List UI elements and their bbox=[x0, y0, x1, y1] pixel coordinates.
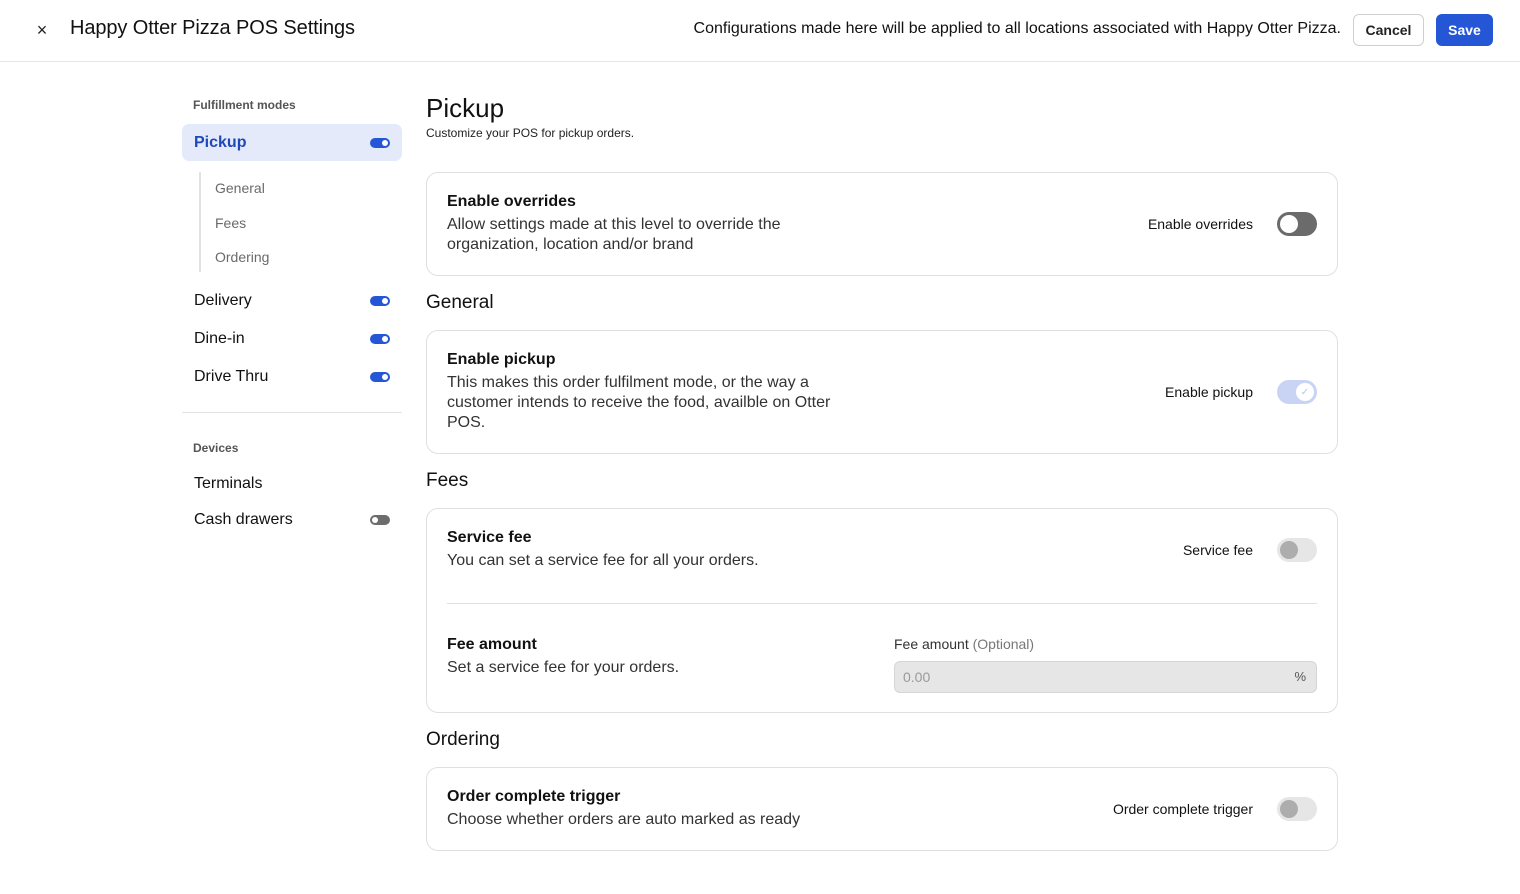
sidebar-item-dine-in[interactable]: Dine-in bbox=[182, 320, 402, 357]
fee-amount-label-text: Fee amount bbox=[894, 636, 969, 652]
ordering-section-title: Ordering bbox=[426, 729, 500, 750]
service-fee-description: You can set a service fee for all your o… bbox=[447, 552, 759, 569]
pickup-subnav: General Fees Ordering bbox=[199, 172, 399, 272]
sidebar-item-label: Pickup bbox=[194, 133, 247, 151]
overrides-title: Enable overrides bbox=[447, 193, 576, 210]
close-icon[interactable]: × bbox=[30, 18, 54, 42]
check-icon: ✓ bbox=[1296, 383, 1314, 401]
overrides-description: Allow settings made at this level to ove… bbox=[447, 216, 781, 253]
sidebar-divider bbox=[182, 412, 402, 413]
order-complete-toggle-label: Order complete trigger bbox=[1112, 801, 1253, 817]
order-complete-title: Order complete trigger bbox=[447, 788, 621, 805]
devices-heading: Devices bbox=[193, 441, 239, 455]
page-title: Pickup bbox=[426, 93, 505, 123]
cash-drawers-toggle[interactable] bbox=[370, 514, 390, 525]
service-fee-toggle-label: Service fee bbox=[1182, 542, 1253, 558]
apply-notice: Configurations made here will be applied… bbox=[693, 20, 1341, 37]
optional-label: (Optional) bbox=[972, 636, 1035, 652]
sidebar-item-label: Drive Thru bbox=[194, 367, 269, 385]
enable-pickup-card: Enable pickup This makes this order fulf… bbox=[426, 330, 1338, 454]
fee-amount-description: Set a service fee for your orders. bbox=[447, 659, 680, 676]
cancel-button[interactable]: Cancel bbox=[1353, 14, 1424, 46]
sidebar-item-pickup[interactable]: Pickup bbox=[182, 124, 402, 161]
percent-suffix: % bbox=[1294, 669, 1306, 684]
enable-pickup-title: Enable pickup bbox=[447, 351, 556, 368]
fee-amount-field-label: Fee amount (Optional) bbox=[894, 636, 1034, 652]
sidebar-item-label: Dine-in bbox=[194, 329, 245, 347]
sidebar-item-delivery[interactable]: Delivery bbox=[182, 282, 402, 319]
toggle-knob bbox=[1280, 800, 1298, 818]
sidebar-item-cash-drawers[interactable]: Cash drawers bbox=[182, 501, 402, 538]
fees-card: Service fee You can set a service fee fo… bbox=[426, 508, 1338, 713]
overrides-card: Enable overrides Allow settings made at … bbox=[426, 172, 1338, 276]
fees-section-title: Fees bbox=[426, 470, 469, 491]
drive-thru-mode-toggle[interactable] bbox=[370, 371, 390, 382]
fee-amount-input[interactable] bbox=[895, 662, 1290, 692]
fee-amount-input-wrapper: % bbox=[894, 661, 1317, 693]
subnav-item-ordering[interactable]: Ordering bbox=[215, 249, 269, 265]
enable-pickup-description: This makes this order fulfilment mode, o… bbox=[447, 374, 831, 431]
sidebar-item-label: Terminals bbox=[194, 474, 263, 492]
save-button[interactable]: Save bbox=[1436, 14, 1493, 46]
subnav-item-general[interactable]: General bbox=[215, 180, 265, 196]
fee-amount-title: Fee amount bbox=[447, 636, 537, 653]
general-section-title: General bbox=[426, 292, 494, 313]
service-fee-title: Service fee bbox=[447, 529, 532, 546]
enable-pickup-toggle-label: Enable pickup bbox=[1165, 384, 1253, 400]
service-fee-toggle[interactable] bbox=[1277, 538, 1317, 562]
sidebar-item-drive-thru[interactable]: Drive Thru bbox=[182, 358, 402, 395]
fulfillment-modes-heading: Fulfillment modes bbox=[193, 98, 296, 112]
enable-pickup-toggle[interactable]: ✓ bbox=[1277, 380, 1317, 404]
pickup-mode-toggle[interactable] bbox=[370, 137, 390, 148]
order-complete-description: Choose whether orders are auto marked as… bbox=[447, 811, 801, 828]
subnav-item-fees[interactable]: Fees bbox=[215, 215, 246, 231]
page-header-title: Happy Otter Pizza POS Settings bbox=[70, 17, 355, 39]
fees-divider bbox=[447, 603, 1317, 604]
sidebar-item-label: Cash drawers bbox=[194, 510, 293, 528]
sidebar-item-label: Delivery bbox=[194, 291, 252, 309]
order-complete-card: Order complete trigger Choose whether or… bbox=[426, 767, 1338, 851]
order-complete-toggle[interactable] bbox=[1277, 797, 1317, 821]
dine-in-mode-toggle[interactable] bbox=[370, 333, 390, 344]
overrides-toggle-label: Enable overrides bbox=[1147, 216, 1253, 232]
sidebar-item-terminals[interactable]: Terminals bbox=[182, 465, 402, 502]
page-subtitle: Customize your POS for pickup orders. bbox=[426, 126, 635, 140]
toggle-knob bbox=[1280, 215, 1298, 233]
toggle-knob bbox=[1280, 541, 1298, 559]
delivery-mode-toggle[interactable] bbox=[370, 295, 390, 306]
top-header: × Happy Otter Pizza POS Settings Configu… bbox=[0, 0, 1520, 62]
enable-overrides-toggle[interactable] bbox=[1277, 212, 1317, 236]
